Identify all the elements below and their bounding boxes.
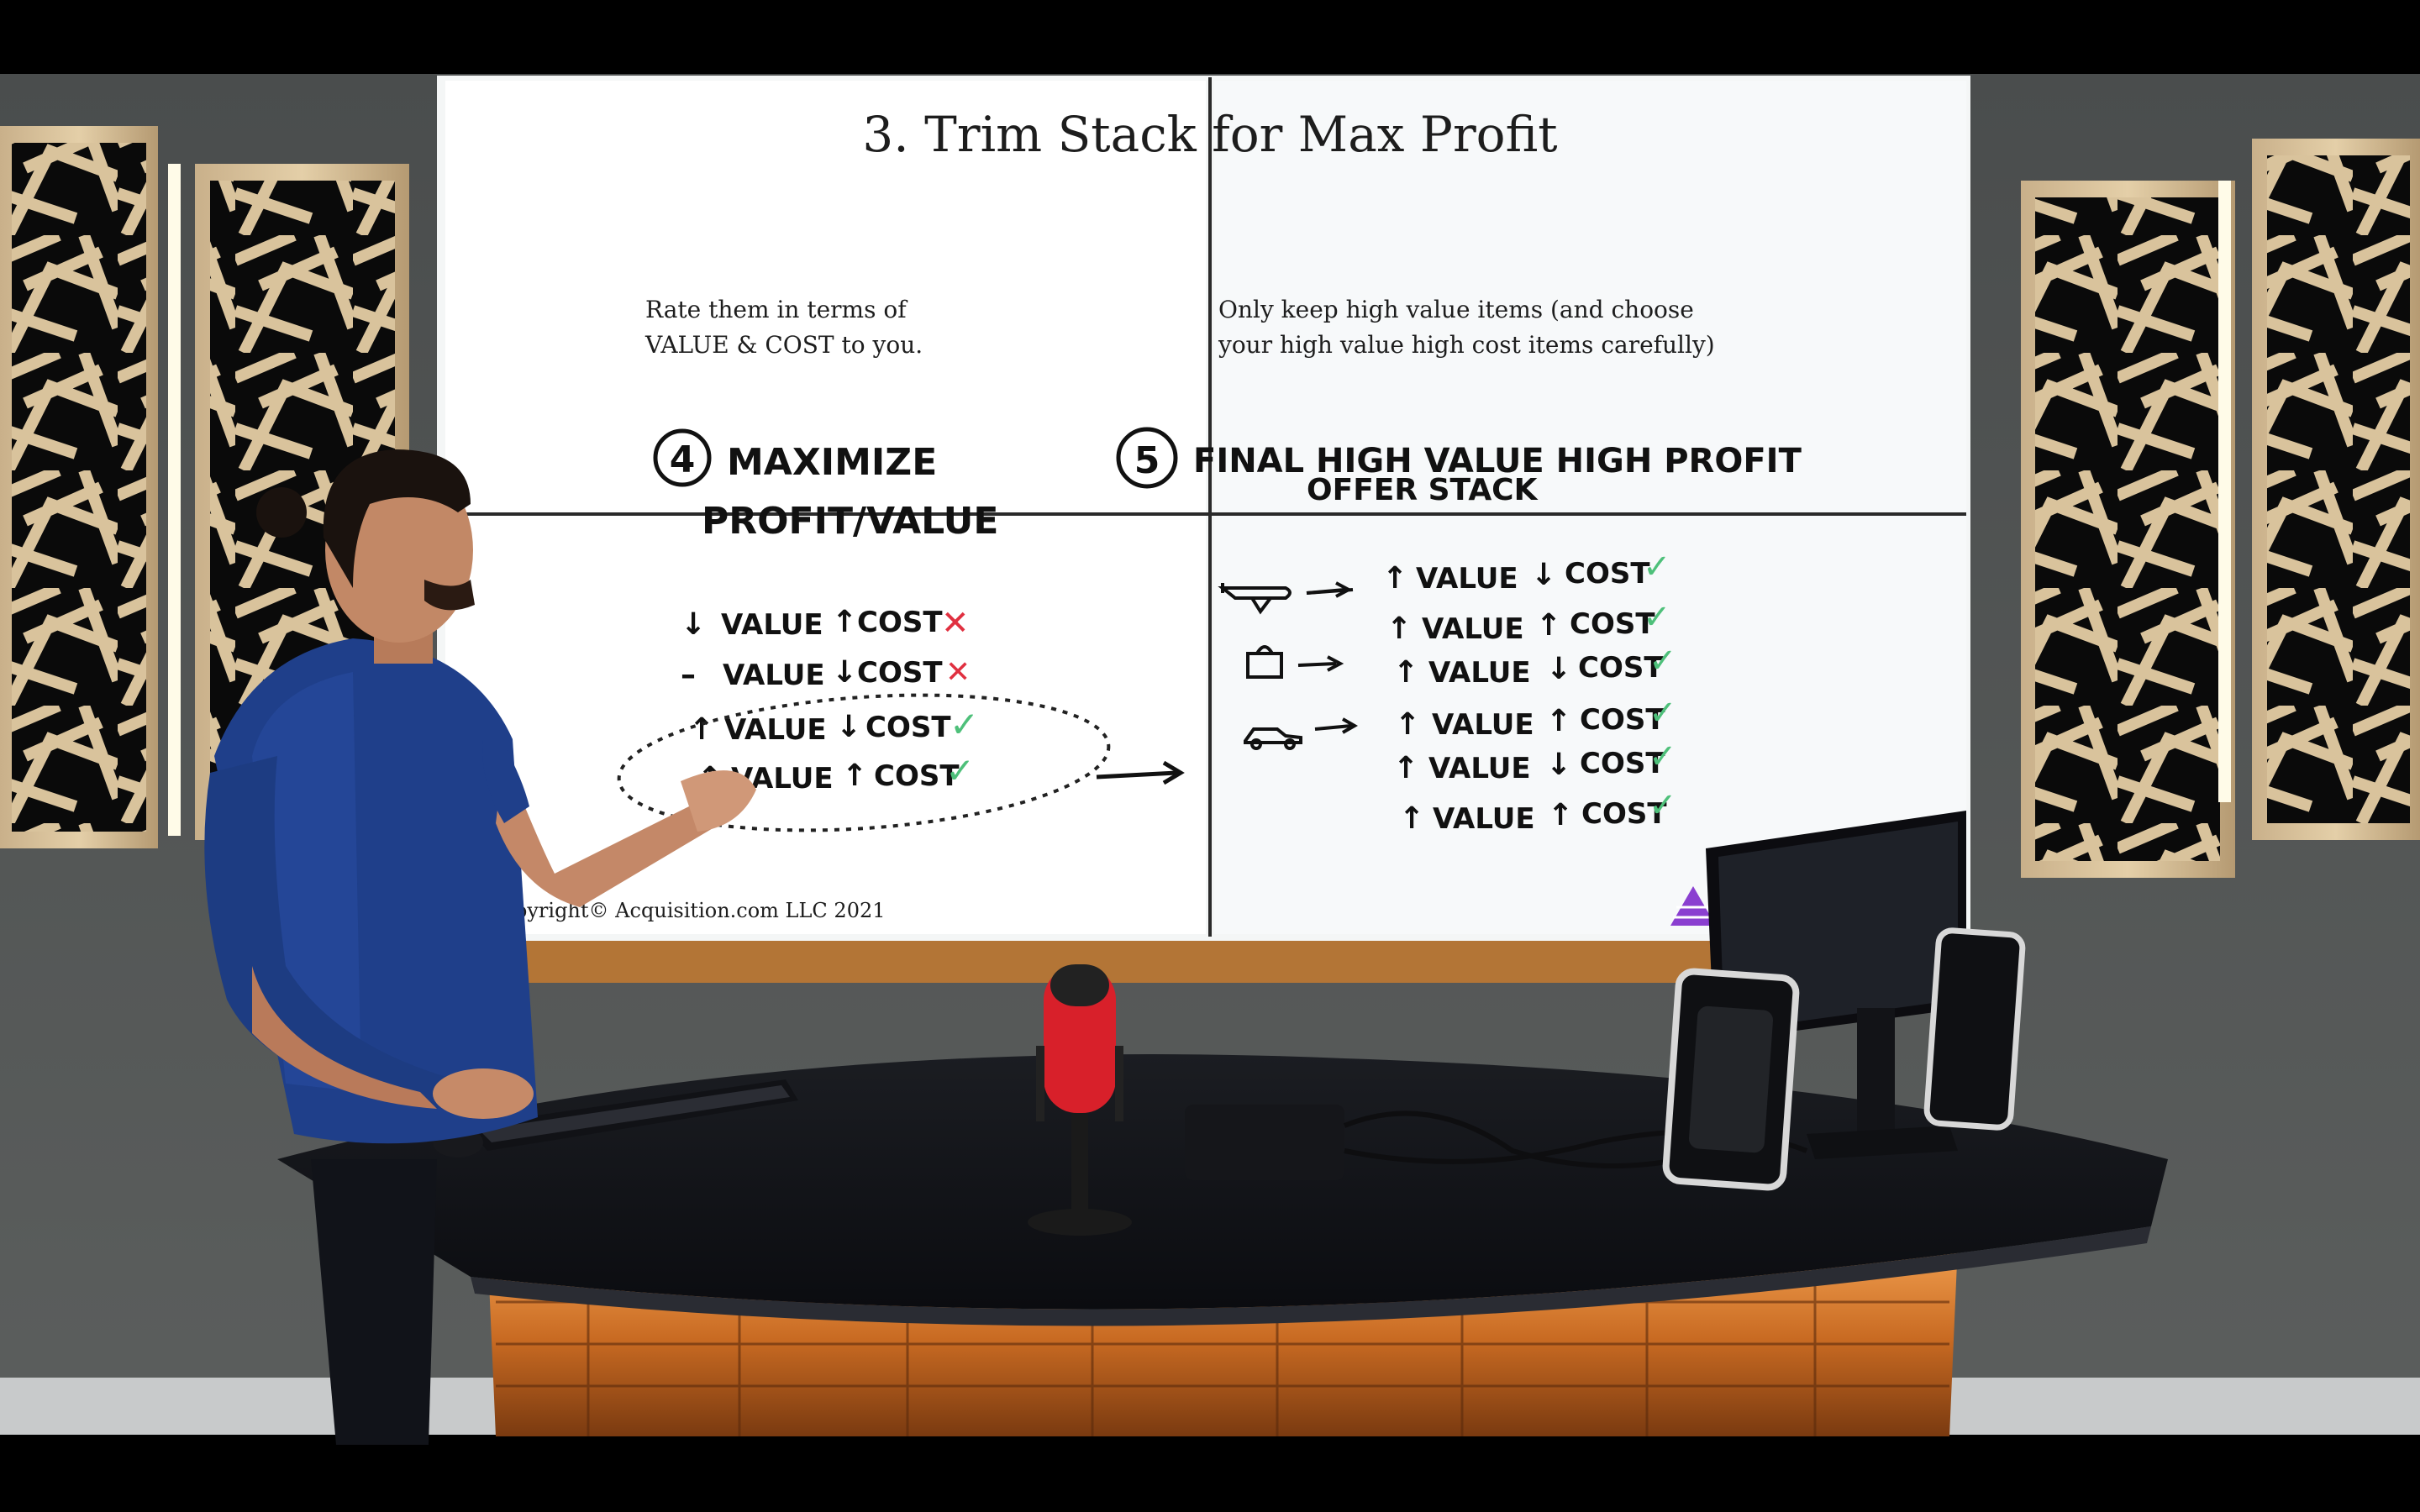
- audio-interface-box: [1185, 1105, 1344, 1180]
- svg-text:↑: ↑: [832, 605, 857, 639]
- svg-text:↑: ↑: [1395, 707, 1420, 742]
- svg-text:VALUE: VALUE: [1432, 708, 1534, 742]
- svg-text:↑: ↑: [1382, 561, 1407, 596]
- svg-text:COST: COST: [857, 656, 943, 690]
- svg-text:↑: ↑: [1393, 655, 1418, 690]
- svg-text:↓: ↓: [1531, 558, 1556, 592]
- svg-text:↑: ↑: [1386, 612, 1412, 646]
- svg-text:↓: ↓: [836, 710, 861, 744]
- svg-text:↑: ↑: [1546, 704, 1571, 738]
- step4-title-line-1: MAXIMIZE: [727, 441, 937, 484]
- cross-mark-icon: ✕: [945, 655, 971, 690]
- svg-text:VALUE: VALUE: [721, 608, 823, 642]
- svg-text:↓: ↓: [1546, 748, 1571, 782]
- step5-title-line-2: OFFER STACK: [1307, 473, 1539, 507]
- check-mark-icon: ✓: [950, 704, 979, 745]
- svg-text:↑: ↑: [842, 759, 867, 793]
- check-mark-icon: ✓: [1649, 786, 1677, 825]
- svg-text:COST: COST: [1565, 557, 1650, 591]
- left-instruction-line-1: Rate them in terms of: [645, 296, 908, 323]
- cross-mark-icon: ✕: [941, 604, 970, 643]
- presentation-screen: [437, 76, 1970, 941]
- right-inner-lattice-panel: [2021, 181, 2235, 878]
- svg-text:VALUE: VALUE: [724, 713, 827, 747]
- svg-text:↓: ↓: [832, 655, 857, 690]
- step4-number: 4: [670, 438, 696, 481]
- right-instruction-line-2: your high value high cost items carefull…: [1218, 331, 1715, 359]
- svg-text:↑: ↑: [1536, 608, 1561, 643]
- right-outer-lattice-panel: [2252, 139, 2420, 840]
- svg-text:COST: COST: [857, 606, 943, 639]
- svg-text:VALUE: VALUE: [723, 659, 825, 692]
- svg-text:–: –: [681, 658, 696, 692]
- check-mark-icon: ✓: [1649, 642, 1677, 680]
- svg-text:VALUE: VALUE: [1416, 562, 1518, 596]
- slide-title: 3. Trim Stack for Max Profit: [862, 106, 1557, 163]
- svg-text:↑: ↑: [689, 712, 714, 747]
- svg-text:COST: COST: [865, 711, 951, 744]
- check-mark-icon: ✓: [1649, 738, 1677, 776]
- left-outer-lattice-panel: [0, 126, 158, 848]
- svg-text:VALUE: VALUE: [1422, 612, 1524, 646]
- check-mark-icon: ✓: [1643, 598, 1671, 637]
- speaker-icon: [1923, 927, 2026, 1131]
- svg-text:↑: ↑: [1548, 798, 1573, 832]
- right-instruction-line-1: Only keep high value items (and choose: [1218, 296, 1694, 323]
- check-mark-icon: ✓: [1649, 694, 1677, 732]
- speaker-icon: [1662, 968, 1800, 1191]
- svg-text:VALUE: VALUE: [1428, 752, 1531, 785]
- svg-text:↓: ↓: [681, 607, 706, 642]
- svg-text:↓: ↓: [1546, 652, 1571, 686]
- svg-text:↑: ↑: [1393, 751, 1418, 785]
- check-mark-icon: ✓: [945, 750, 975, 791]
- step4-title-line-2: PROFIT/VALUE: [702, 500, 998, 543]
- step5-number: 5: [1134, 439, 1160, 482]
- svg-text:VALUE: VALUE: [1433, 802, 1535, 836]
- check-mark-icon: ✓: [1643, 548, 1671, 586]
- video-frame: 3. Trim Stack for Max Profit Rate them i…: [0, 0, 2420, 1512]
- left-instruction-line-2: VALUE & COST to you.: [644, 331, 923, 359]
- svg-text:VALUE: VALUE: [1428, 656, 1531, 690]
- svg-text:↑: ↑: [1399, 801, 1424, 836]
